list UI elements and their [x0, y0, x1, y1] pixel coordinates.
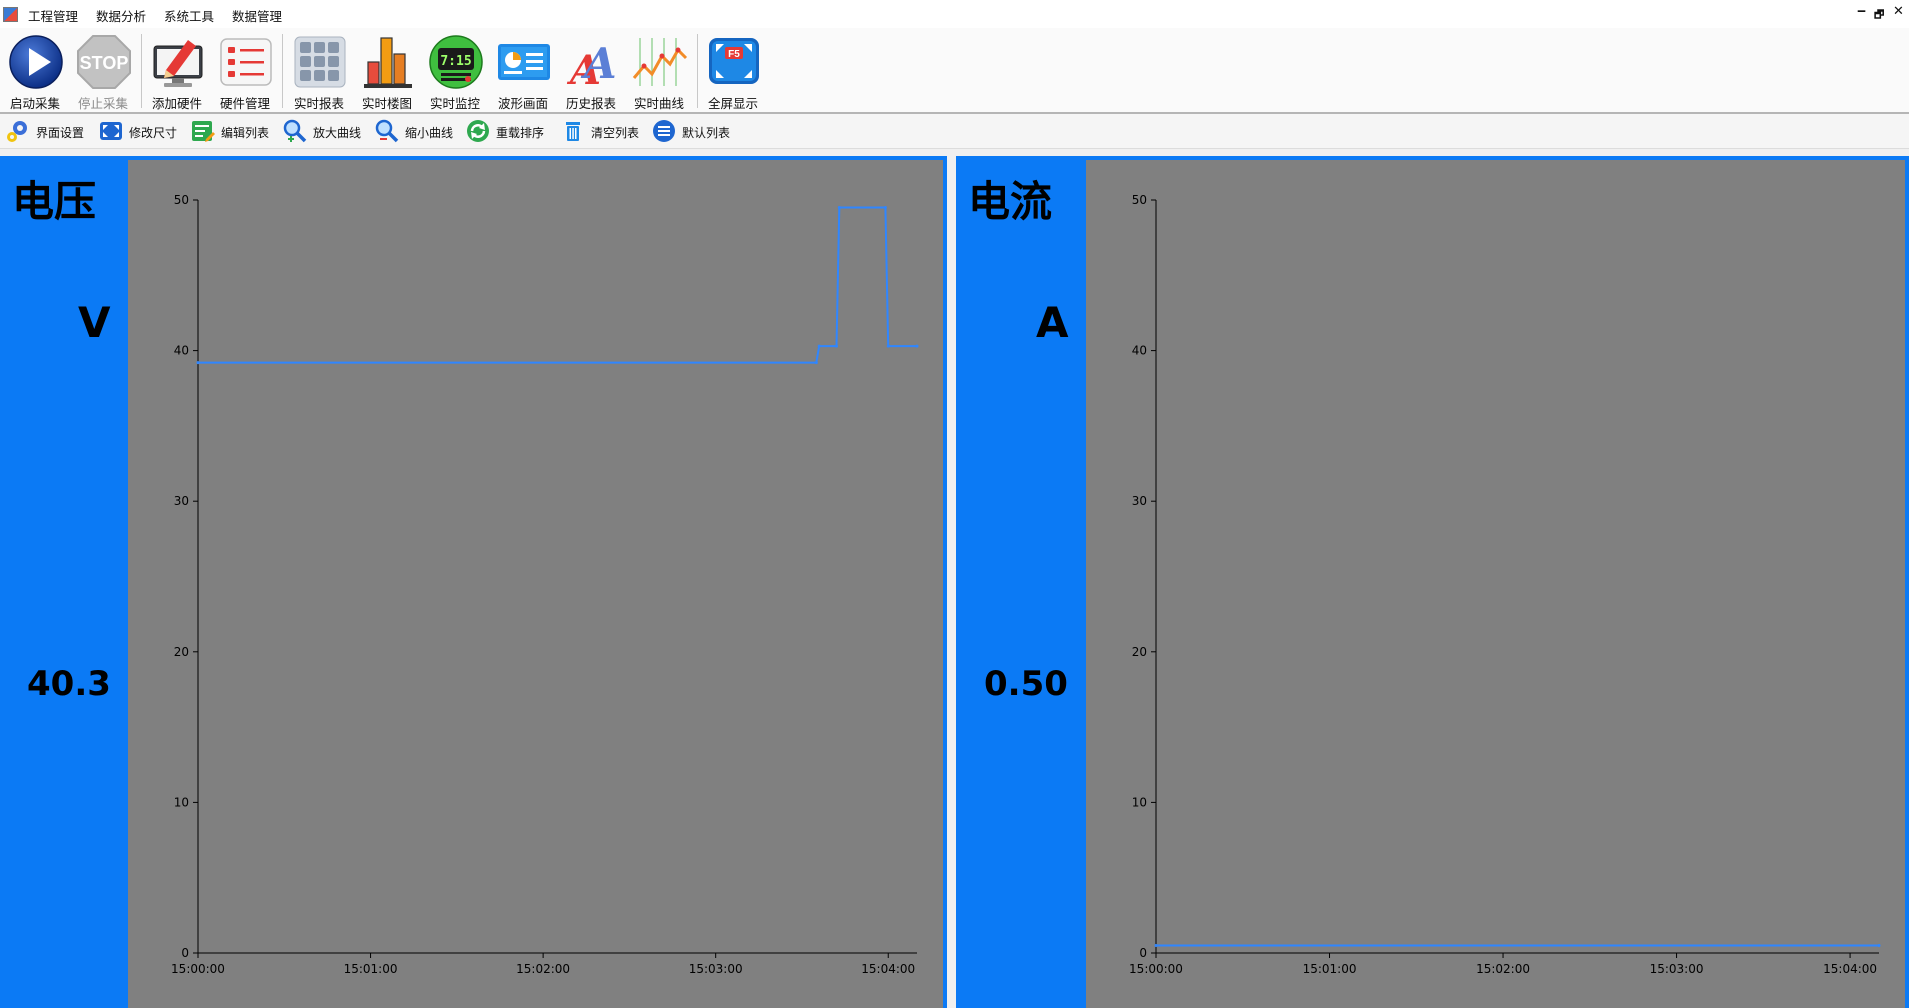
zoom-in-icon: [283, 119, 307, 143]
fullscreen-f5-icon: F5: [709, 38, 759, 84]
y-tick-label: 20: [174, 645, 189, 659]
realtime-monitor-button[interactable]: 7:15 实时监控: [422, 31, 488, 111]
y-tick-label: 30: [174, 494, 189, 508]
current-chart: 0 10 20 30 40 50 15:00:00 15:01:00 15:02:00 15:03…: [1086, 160, 1905, 1008]
close-icon[interactable]: ✕: [1893, 4, 1904, 19]
clock-display-icon: 7:15: [429, 35, 483, 89]
bar-chart-icon: [364, 37, 412, 88]
font-icon: A A: [566, 39, 617, 90]
data-point: [1877, 943, 1881, 947]
menu-data[interactable]: 数据管理: [232, 6, 282, 25]
menu-analysis[interactable]: 数据分析: [96, 6, 146, 25]
main-toolbar: 启动采集 STOP 停止采集 添加硬件 硬件管理 实时报表 实时楼图 7:15 …: [0, 28, 1909, 114]
x-tick-label: 15:04:00: [1823, 962, 1877, 976]
realtime-bar-chart-button[interactable]: 实时楼图: [354, 31, 420, 111]
data-point: [883, 206, 887, 210]
add-hardware-button[interactable]: 添加硬件: [144, 31, 210, 111]
data-point: [834, 344, 838, 348]
x-tick-label: 15:01:00: [344, 962, 398, 976]
voltage-value: 40.3: [27, 664, 111, 704]
reload-icon: [467, 120, 489, 142]
y-tick-label: 30: [1132, 494, 1147, 508]
stop-collect-button[interactable]: STOP 停止采集: [70, 31, 136, 111]
voltage-title: 电压: [12, 177, 97, 226]
y-tick-label: 40: [1132, 344, 1147, 358]
menu-bar: 工程管理 数据分析 系统工具 数据管理 ‒ 🗗 ✕: [0, 0, 1909, 29]
y-tick-label: 20: [1132, 645, 1147, 659]
menu-tools[interactable]: 系统工具: [164, 6, 214, 25]
data-point: [1154, 943, 1158, 947]
grid-icon: [294, 36, 346, 88]
history-report-button[interactable]: A A 历史报表: [558, 31, 624, 111]
svg-text:F5: F5: [728, 49, 740, 60]
voltage-unit: V: [78, 298, 111, 347]
x-tick-label: 15:03:00: [1650, 962, 1704, 976]
x-tick-label: 15:02:00: [516, 962, 570, 976]
monitor-pen-icon: [153, 40, 203, 87]
x-tick-label: 15:00:00: [171, 962, 225, 976]
dashboard-icon: [498, 44, 550, 80]
x-tick-label: 15:00:00: [1129, 962, 1183, 976]
toolbar-separator: [282, 34, 283, 108]
y-tick-label: 50: [174, 193, 189, 207]
svg-text:7:15: 7:15: [440, 54, 471, 69]
voltage-chart-svg: 0 10 20 30 40 50 15:00:00 15:01:00 15:02:00 15:03…: [171, 193, 919, 976]
hardware-manage-button[interactable]: 硬件管理: [212, 31, 278, 111]
x-tick-label: 15:01:00: [1303, 962, 1357, 976]
toolbar-separator: [697, 34, 698, 108]
start-collect-button[interactable]: 启动采集: [2, 31, 68, 111]
fullscreen-button[interactable]: F5 全屏显示: [700, 31, 766, 111]
data-point: [814, 361, 818, 365]
data-point: [886, 344, 890, 348]
trash-icon: [566, 122, 580, 141]
svg-text:A: A: [580, 39, 617, 88]
x-tick-label: 15:04:00: [861, 962, 915, 976]
edit-list-icon: [192, 121, 215, 142]
x-tick-label: 15:03:00: [689, 962, 743, 976]
y-tick-label: 50: [1132, 193, 1147, 207]
secondary-toolbar: 界面设置 修改尺寸 编辑列表 放大曲线 缩小曲线 重载排序 清空列表 默认列表: [0, 114, 1909, 149]
realtime-curve-button[interactable]: 实时曲线: [626, 31, 692, 111]
gears-icon: [7, 121, 27, 142]
stop-icon: STOP: [77, 35, 131, 89]
current-chart-svg: 0 10 20 30 40 50 15:00:00 15:01:00 15:02:00 15:03…: [1129, 193, 1881, 976]
data-point: [196, 361, 200, 365]
current-unit: A: [1036, 298, 1069, 347]
menu-project[interactable]: 工程管理: [28, 6, 78, 25]
series-line: [198, 206, 917, 364]
current-value: 0.50: [984, 664, 1068, 704]
y-tick-label: 10: [174, 795, 189, 809]
zoom-out-icon: [375, 119, 399, 143]
resize-icon: [100, 122, 122, 140]
play-icon: [9, 35, 63, 89]
data-point: [915, 344, 919, 348]
toolbar-separator: [141, 34, 142, 108]
y-tick-label: 10: [1132, 795, 1147, 809]
waveform-screen-button[interactable]: 波形画面: [490, 31, 556, 111]
voltage-panel: 电压 V 40.3 0 10 20 30 40 50 15:00:00 15:01:00 15:…: [0, 156, 947, 1008]
restore-icon[interactable]: 🗗: [1874, 6, 1884, 25]
list-icon: [220, 38, 272, 86]
current-panel: 电流 A 0.50 0 10 20 30 40 50 15:00:00 15:01:00 15:…: [956, 156, 1909, 1008]
x-tick-label: 15:02:00: [1476, 962, 1530, 976]
line-chart-icon: [632, 38, 688, 86]
y-tick-label: 40: [174, 344, 189, 358]
default-list-icon: [653, 120, 675, 142]
svg-text:STOP: STOP: [80, 53, 129, 73]
current-title: 电流: [968, 177, 1053, 226]
data-point: [837, 206, 841, 210]
voltage-chart: 0 10 20 30 40 50 15:00:00 15:01:00 15:02:00 15:03…: [128, 160, 943, 1008]
realtime-report-button[interactable]: 实时报表: [286, 31, 352, 111]
app-icon: [3, 7, 18, 22]
minimize-icon[interactable]: ‒: [1857, 4, 1866, 19]
y-tick-label: 0: [1139, 946, 1147, 960]
y-tick-label: 0: [181, 946, 189, 960]
data-point: [817, 344, 821, 348]
